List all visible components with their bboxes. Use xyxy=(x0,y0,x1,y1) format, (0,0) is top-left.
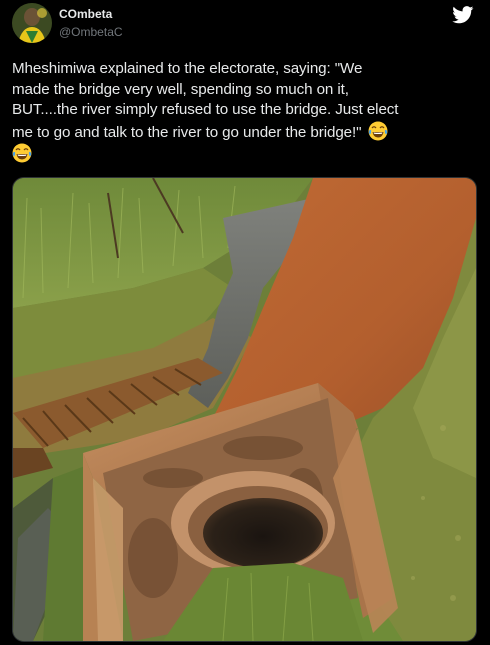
tweet-header: COmbeta @OmbetaC xyxy=(12,3,478,45)
avatar[interactable] xyxy=(12,3,52,43)
bridge-photo xyxy=(13,178,476,641)
tweet-text-line: made the bridge very well, spending so m… xyxy=(12,80,349,98)
display-name[interactable]: COmbeta xyxy=(59,7,123,22)
tweet-text-line: Mheshimiwa explained to the electorate, … xyxy=(12,60,363,77)
laughing-emoji-icon xyxy=(368,121,388,140)
user-handle[interactable]: @OmbetaC xyxy=(59,25,123,40)
author-info: COmbeta @OmbetaC xyxy=(59,7,123,40)
tweet-photo[interactable] xyxy=(12,177,477,642)
tweet-text: Mheshimiwa explained to the electorate, … xyxy=(12,59,480,166)
tweet-card: COmbeta @OmbetaC Mheshimiwa explained to… xyxy=(0,0,490,645)
avatar-image xyxy=(12,3,52,43)
tweet-text-line: BUT....the river simply refused to use t… xyxy=(12,101,399,118)
twitter-bird-icon xyxy=(452,6,474,24)
laughing-emoji-icon xyxy=(12,143,32,163)
tweet-text-line: me to go and talk to the river to go und… xyxy=(12,123,362,141)
